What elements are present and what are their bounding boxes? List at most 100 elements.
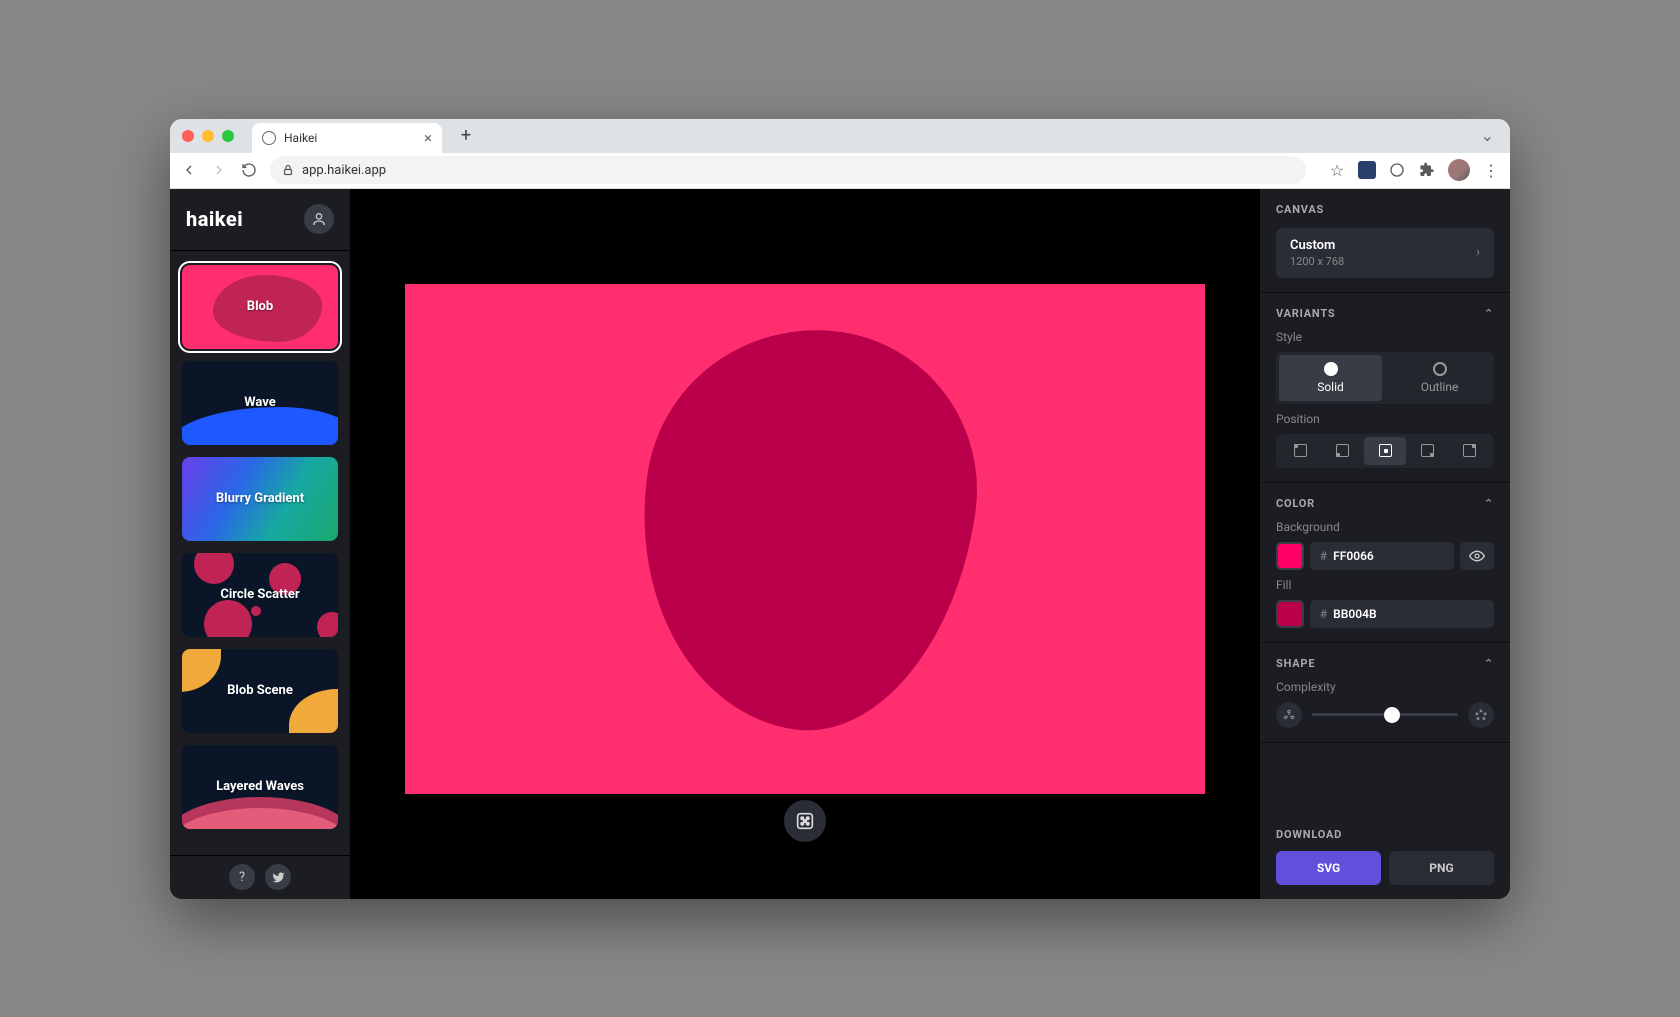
tabs-dropdown-icon[interactable]: ⌄ bbox=[1481, 126, 1494, 145]
settings-panel: CANVAS Custom 1200 x 768 › VARIANTS ⌃ St… bbox=[1260, 189, 1510, 899]
section-download: DOWNLOAD SVG PNG bbox=[1260, 814, 1510, 899]
slider-track[interactable] bbox=[1312, 713, 1458, 716]
fill-color-row: # BB004B bbox=[1276, 600, 1494, 628]
tab-title: Haikei bbox=[284, 131, 317, 145]
generator-label: Blurry Gradient bbox=[182, 457, 338, 541]
window-controls bbox=[182, 130, 234, 142]
style-label: Style bbox=[1276, 330, 1494, 344]
generator-blob[interactable]: Blob bbox=[182, 265, 338, 349]
complexity-label: Complexity bbox=[1276, 680, 1494, 694]
generator-blob-scene[interactable]: Blob Scene bbox=[182, 649, 338, 733]
address-bar: app.haikei.app ☆ ⋮ bbox=[170, 153, 1510, 189]
section-title[interactable]: SHAPE ⌃ bbox=[1276, 657, 1494, 670]
generator-blurry-gradient[interactable]: Blurry Gradient bbox=[182, 457, 338, 541]
section-variants: VARIANTS ⌃ Style Solid Outline Position bbox=[1260, 293, 1510, 483]
generator-label: Circle Scatter bbox=[182, 553, 338, 637]
solid-icon bbox=[1324, 362, 1338, 376]
eye-icon bbox=[1469, 548, 1485, 564]
style-segment: Solid Outline bbox=[1276, 352, 1494, 404]
canvas-area bbox=[350, 189, 1260, 899]
position-bottom-left[interactable] bbox=[1321, 437, 1363, 465]
sidebar-header: haikei bbox=[170, 189, 350, 251]
generator-layered-waves[interactable]: Layered Waves bbox=[182, 745, 338, 829]
outline-icon bbox=[1433, 362, 1447, 376]
position-top-right[interactable] bbox=[1449, 437, 1491, 465]
position-center[interactable] bbox=[1364, 437, 1406, 465]
extensions-puzzle-icon[interactable] bbox=[1418, 161, 1436, 179]
blob-shape bbox=[615, 308, 997, 750]
browser-tab[interactable]: Haikei × bbox=[252, 123, 442, 153]
titlebar: Haikei × + ⌄ bbox=[170, 119, 1510, 153]
toggle-bg-visibility[interactable] bbox=[1460, 542, 1494, 570]
download-svg-button[interactable]: SVG bbox=[1276, 851, 1381, 885]
generator-label: Blob bbox=[182, 265, 338, 349]
close-window-button[interactable] bbox=[182, 130, 194, 142]
style-outline[interactable]: Outline bbox=[1388, 355, 1491, 401]
download-row: SVG PNG bbox=[1276, 851, 1494, 885]
background-label: Background bbox=[1276, 520, 1494, 534]
position-label: Position bbox=[1276, 412, 1494, 426]
extension-icon-2[interactable] bbox=[1388, 161, 1406, 179]
fill-hex-input[interactable]: # BB004B bbox=[1310, 600, 1494, 628]
position-row bbox=[1276, 434, 1494, 468]
generator-circle-scatter[interactable]: Circle Scatter bbox=[182, 553, 338, 637]
new-tab-button[interactable]: + bbox=[454, 124, 478, 148]
sidebar: haikei Blob Wave Blurry Gradient bbox=[170, 189, 350, 899]
kebab-menu-icon[interactable]: ⋮ bbox=[1482, 161, 1500, 179]
bg-hex-input[interactable]: # FF0066 bbox=[1310, 542, 1454, 570]
lock-icon bbox=[282, 164, 294, 176]
section-canvas: CANVAS Custom 1200 x 768 › bbox=[1260, 189, 1510, 293]
hash-icon: # bbox=[1320, 549, 1327, 563]
chevron-up-icon: ⌃ bbox=[1484, 657, 1494, 670]
profile-avatar[interactable] bbox=[1448, 159, 1470, 181]
section-shape: SHAPE ⌃ Complexity bbox=[1260, 643, 1510, 743]
star-icon[interactable]: ☆ bbox=[1328, 161, 1346, 179]
canvas-preset-name: Custom bbox=[1290, 238, 1344, 253]
chevron-up-icon: ⌃ bbox=[1484, 307, 1494, 320]
account-button[interactable] bbox=[304, 204, 334, 234]
fill-label: Fill bbox=[1276, 578, 1494, 592]
hash-icon: # bbox=[1320, 607, 1327, 621]
back-button[interactable] bbox=[180, 161, 198, 179]
chevron-right-icon: › bbox=[1476, 245, 1480, 260]
background-color-row: # FF0066 bbox=[1276, 542, 1494, 570]
section-title: DOWNLOAD bbox=[1276, 828, 1494, 841]
sidebar-footer: ? bbox=[170, 855, 350, 899]
section-title: CANVAS bbox=[1276, 203, 1494, 216]
bg-swatch[interactable] bbox=[1276, 542, 1304, 570]
fill-swatch[interactable] bbox=[1276, 600, 1304, 628]
style-solid[interactable]: Solid bbox=[1279, 355, 1382, 401]
twitter-button[interactable] bbox=[265, 864, 291, 890]
reload-button[interactable] bbox=[240, 161, 258, 179]
canvas-size-select[interactable]: Custom 1200 x 768 › bbox=[1276, 228, 1494, 278]
dice-icon bbox=[794, 810, 816, 832]
complexity-low-icon bbox=[1276, 702, 1302, 728]
url-field[interactable]: app.haikei.app bbox=[270, 156, 1306, 184]
close-tab-button[interactable]: × bbox=[424, 129, 432, 147]
complexity-high-icon bbox=[1468, 702, 1494, 728]
forward-button[interactable] bbox=[210, 161, 228, 179]
complexity-slider[interactable] bbox=[1276, 702, 1494, 728]
download-png-button[interactable]: PNG bbox=[1389, 851, 1494, 885]
generator-list: Blob Wave Blurry Gradient Circle Scatter bbox=[170, 251, 350, 855]
generator-label: Blob Scene bbox=[182, 649, 338, 733]
generator-wave[interactable]: Wave bbox=[182, 361, 338, 445]
canvas bbox=[405, 284, 1205, 794]
generator-label: Layered Waves bbox=[182, 745, 338, 829]
position-top-left[interactable] bbox=[1279, 437, 1321, 465]
extension-icon[interactable] bbox=[1358, 161, 1376, 179]
section-title[interactable]: VARIANTS ⌃ bbox=[1276, 307, 1494, 320]
randomize-button[interactable] bbox=[779, 795, 831, 847]
generator-label: Wave bbox=[182, 361, 338, 445]
browser-window: Haikei × + ⌄ app.haikei.app ☆ ⋮ haikei bbox=[170, 119, 1510, 899]
chevron-up-icon: ⌃ bbox=[1484, 497, 1494, 510]
help-button[interactable]: ? bbox=[229, 864, 255, 890]
canvas-dimensions: 1200 x 768 bbox=[1290, 255, 1344, 268]
slider-thumb[interactable] bbox=[1384, 707, 1400, 723]
position-bottom-right[interactable] bbox=[1406, 437, 1448, 465]
maximize-window-button[interactable] bbox=[222, 130, 234, 142]
url-text: app.haikei.app bbox=[302, 163, 386, 178]
section-title[interactable]: COLOR ⌃ bbox=[1276, 497, 1494, 510]
minimize-window-button[interactable] bbox=[202, 130, 214, 142]
toolbar-right: ☆ ⋮ bbox=[1328, 159, 1500, 181]
